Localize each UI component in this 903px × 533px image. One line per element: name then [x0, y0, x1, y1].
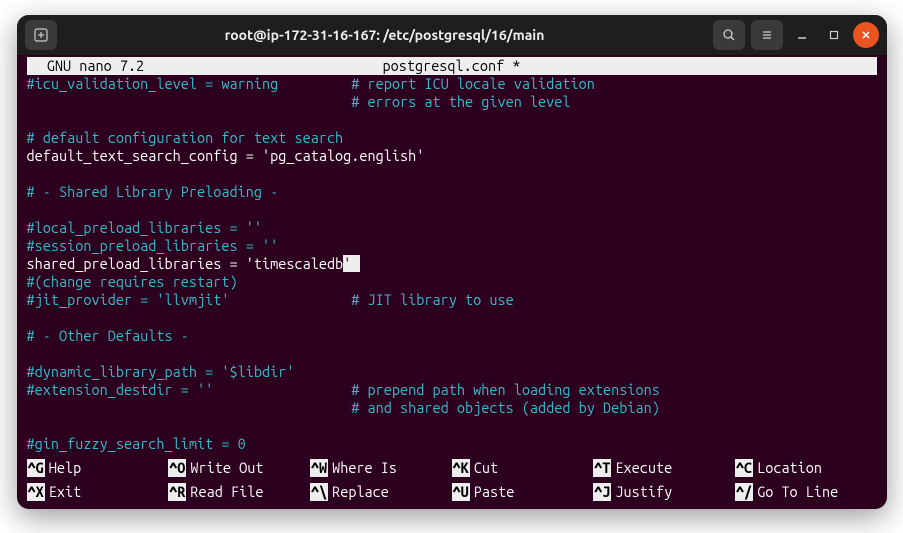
shortcut-item: ^/Go To Line	[735, 483, 877, 501]
text-cursor	[351, 255, 360, 272]
shortcut-row-2: ^XExit^RRead File^\Replace^UPaste^JJusti…	[27, 483, 877, 501]
shortcut-item: ^\Replace	[310, 483, 452, 501]
shortcut-key: ^O	[168, 459, 186, 477]
editor-line	[27, 201, 877, 219]
editor-line: # default configuration for text search	[27, 129, 877, 147]
maximize-button[interactable]	[821, 22, 847, 48]
shortcut-label: Paste	[474, 483, 515, 501]
shortcut-item: ^UPaste	[452, 483, 594, 501]
editor-line: default_text_search_config = 'pg_catalog…	[27, 147, 877, 165]
shortcut-key: ^J	[593, 483, 611, 501]
editor-content[interactable]: #icu_validation_level = warning # report…	[27, 75, 877, 453]
editor-line: # errors at the given level	[27, 93, 877, 111]
search-button[interactable]	[713, 20, 745, 50]
shortcut-key: ^T	[593, 459, 611, 477]
new-tab-button[interactable]	[25, 20, 57, 50]
shortcut-key: ^X	[27, 483, 45, 501]
editor-line: #jit_provider = 'llvmjit' # JIT library …	[27, 291, 877, 309]
shortcut-key: ^C	[735, 459, 753, 477]
editor-line: #gin_fuzzy_search_limit = 0	[27, 435, 877, 453]
shortcut-label: Replace	[332, 483, 389, 501]
shortcut-key: ^U	[452, 483, 470, 501]
shortcut-label: Exit	[49, 483, 81, 501]
shortcut-row-1: ^GHelp^OWrite Out^WWhere Is^KCut^TExecut…	[27, 459, 877, 477]
editor-line	[27, 165, 877, 183]
shortcut-key: ^G	[27, 459, 45, 477]
shortcut-item: ^CLocation	[735, 459, 877, 477]
editor-line: #dynamic_library_path = '$libdir'	[27, 363, 877, 381]
shortcut-key: ^K	[452, 459, 470, 477]
shortcut-label: Execute	[615, 459, 672, 477]
shortcut-label: Write Out	[190, 459, 263, 477]
shortcut-item: ^KCut	[452, 459, 594, 477]
shortcut-item: ^TExecute	[593, 459, 735, 477]
editor-line: #local_preload_libraries = ''	[27, 219, 877, 237]
minimize-button[interactable]	[789, 22, 815, 48]
editor-line	[27, 111, 877, 129]
editor-line: # and shared objects (added by Debian)	[27, 399, 877, 417]
shortcut-label: Where Is	[332, 459, 397, 477]
shortcut-key: ^R	[168, 483, 186, 501]
window-title: root@ip-172-31-16-167: /etc/postgresql/1…	[65, 27, 705, 43]
shortcut-item: ^JJustify	[593, 483, 735, 501]
editor-line	[27, 417, 877, 435]
shortcut-item: ^XExit	[27, 483, 169, 501]
shortcut-key: ^W	[310, 459, 328, 477]
nano-file-label: postgresql.conf *	[144, 57, 759, 75]
editor-line	[27, 309, 877, 327]
editor-line: # - Shared Library Preloading -	[27, 183, 877, 201]
shortcut-key: ^\	[310, 483, 328, 501]
shortcut-item: ^GHelp	[27, 459, 169, 477]
shortcut-label: Location	[757, 459, 822, 477]
editor-line: #(change requires restart)	[27, 273, 877, 291]
shortcut-item: ^WWhere Is	[310, 459, 452, 477]
nano-header: GNU nano 7.2 postgresql.conf *	[27, 57, 877, 75]
terminal-content[interactable]: GNU nano 7.2 postgresql.conf * #icu_vali…	[17, 55, 887, 509]
menu-button[interactable]	[751, 20, 783, 50]
shortcut-label: Cut	[474, 459, 498, 477]
shortcut-key: ^/	[735, 483, 753, 501]
titlebar: root@ip-172-31-16-167: /etc/postgresql/1…	[17, 15, 887, 55]
nano-app-label: GNU nano 7.2	[31, 57, 145, 75]
shortcut-label: Justify	[615, 483, 672, 501]
editor-line: #icu_validation_level = warning # report…	[27, 75, 877, 93]
shortcut-item: ^OWrite Out	[168, 459, 310, 477]
editor-line: shared_preload_libraries = 'timescaledb'	[27, 255, 877, 273]
shortcut-item: ^RRead File	[168, 483, 310, 501]
editor-line: # - Other Defaults -	[27, 327, 877, 345]
terminal-window: root@ip-172-31-16-167: /etc/postgresql/1…	[17, 15, 887, 509]
shortcut-label: Go To Line	[757, 483, 838, 501]
close-button[interactable]	[853, 22, 879, 48]
shortcut-label: Read File	[190, 483, 263, 501]
editor-line: #session_preload_libraries = ''	[27, 237, 877, 255]
shortcut-label: Help	[49, 459, 81, 477]
editor-line	[27, 345, 877, 363]
editor-line: #extension_destdir = '' # prepend path w…	[27, 381, 877, 399]
